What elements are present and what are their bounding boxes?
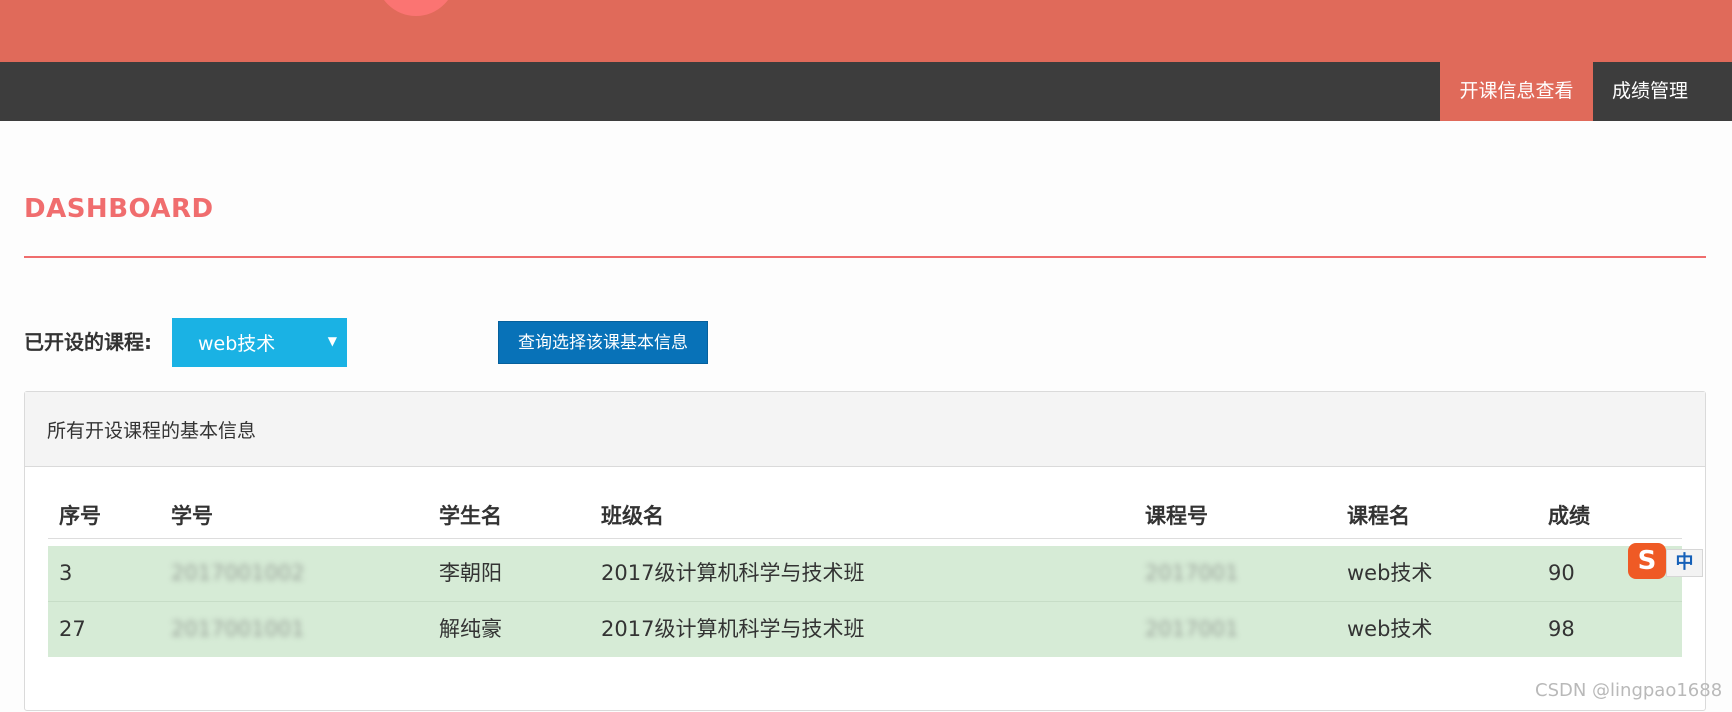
column-header-student-id: 学号 (171, 504, 213, 528)
cell-class-name: 2017级计算机科学与技术班 (601, 561, 865, 585)
cell-index: 3 (59, 561, 73, 585)
title-divider (24, 256, 1706, 258)
cell-student-name: 解纯豪 (439, 617, 502, 641)
course-info-panel: 所有开设课程的基本信息 序号 学号 学生名 班级名 课程号 课程名 成绩 3 2… (24, 391, 1706, 711)
column-header-student-name: 学生名 (439, 504, 502, 528)
table-header: 序号 学号 学生名 班级名 课程号 课程名 成绩 (48, 500, 1682, 539)
column-header-grade: 成绩 (1548, 504, 1590, 528)
table-row[interactable]: 27 2017001001 解纯豪 2017级计算机科学与技术班 2017001… (48, 602, 1682, 657)
column-header-class-name: 班级名 (601, 504, 664, 528)
cell-class-name: 2017级计算机科学与技术班 (601, 617, 865, 641)
course-select-label: 已开设的课程: (24, 330, 152, 354)
cell-student-id: 2017001001 (171, 617, 305, 641)
query-course-button[interactable]: 查询选择该课基本信息 (498, 321, 708, 364)
navbar: 开课信息查看 成绩管理 (0, 62, 1732, 121)
cell-student-name: 李朝阳 (439, 561, 502, 585)
column-header-course-name: 课程名 (1347, 504, 1410, 528)
panel-title: 所有开设课程的基本信息 (47, 420, 257, 442)
course-select-value: web技术 (198, 333, 276, 355)
nav-item-course-info[interactable]: 开课信息查看 (1440, 62, 1593, 121)
cell-grade: 90 (1548, 561, 1575, 585)
column-header-course-id: 课程号 (1145, 504, 1208, 528)
cell-course-id: 2017001 (1145, 561, 1239, 585)
ime-toolbar[interactable]: S 中 (1628, 543, 1703, 579)
cell-student-id: 2017001002 (171, 561, 305, 585)
nav-item-grade-management[interactable]: 成绩管理 (1594, 62, 1706, 121)
table-row[interactable]: 3 2017001002 李朝阳 2017级计算机科学与技术班 2017001 … (48, 546, 1682, 602)
top-banner (0, 0, 1732, 62)
cell-course-id: 2017001 (1145, 617, 1239, 641)
sogou-ime-icon[interactable]: S (1628, 543, 1666, 579)
panel-header: 所有开设课程的基本信息 (25, 392, 1705, 467)
cell-course-name: web技术 (1347, 561, 1433, 585)
watermark: CSDN @lingpao1688 (1535, 680, 1723, 701)
banner-logo-circle (376, 0, 456, 16)
cell-index: 27 (59, 617, 86, 641)
page-title: DASHBOARD (24, 194, 214, 224)
cell-course-name: web技术 (1347, 617, 1433, 641)
caret-down-icon: ▼ (327, 334, 337, 348)
ime-mode-toggle[interactable]: 中 (1666, 549, 1703, 577)
column-header-index: 序号 (59, 504, 101, 528)
cell-grade: 98 (1548, 617, 1575, 641)
course-select[interactable]: web技术 ▼ (172, 318, 347, 367)
